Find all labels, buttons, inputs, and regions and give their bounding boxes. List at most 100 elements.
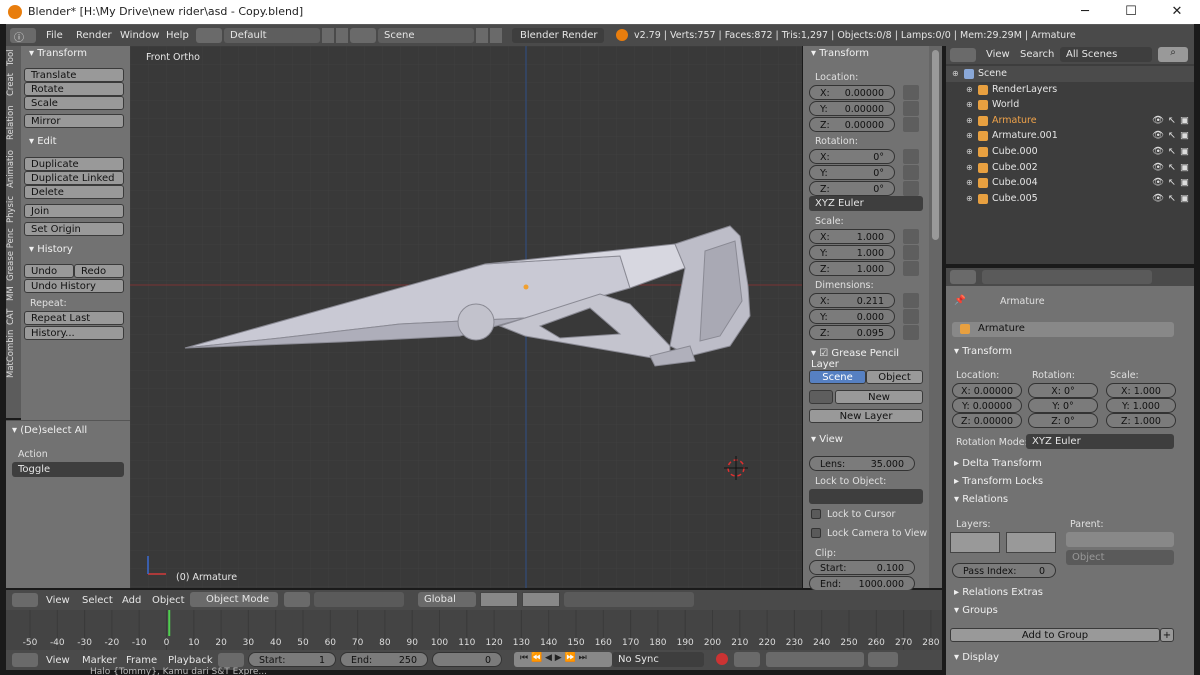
dimensions-field-0[interactable]: X: 0.211 — [809, 293, 895, 308]
history-panel-title[interactable]: ▾ History — [29, 244, 73, 255]
outliner-view-menu[interactable]: View — [986, 49, 1010, 60]
lens-field[interactable]: Lens: 35.000 — [809, 456, 915, 471]
gp-new-layer-button[interactable]: New Layer — [809, 409, 923, 423]
edit-panel-title[interactable]: ▾ Edit — [29, 136, 57, 147]
scale-field-1[interactable]: Y: 1.000 — [809, 245, 895, 260]
render-camera-icon[interactable]: ▣ — [1180, 144, 1189, 160]
tl-playback-menu[interactable]: Playback — [168, 655, 213, 666]
dimensions-field-2[interactable]: Z: 0.095 — [809, 325, 895, 340]
pass-index-field[interactable]: Pass Index: 0 — [952, 563, 1056, 578]
location-field-2[interactable]: Z: 0.00000 — [809, 117, 895, 132]
history-button[interactable]: History... — [24, 326, 124, 340]
editor-type-icon[interactable]: ⓘ — [10, 28, 36, 44]
preview-range-icon[interactable] — [218, 653, 244, 667]
scale-button[interactable]: Scale — [24, 96, 124, 110]
scale-field-0[interactable]: X: 1.000 — [809, 229, 895, 244]
gp-new-button[interactable]: New — [835, 390, 923, 404]
tool-tab-2[interactable]: Relation — [6, 100, 21, 146]
duplicate-button[interactable]: Duplicate — [24, 157, 124, 171]
rotation-field-1[interactable]: Y: 0° — [809, 165, 895, 180]
layer-buttons-a[interactable] — [480, 592, 518, 607]
layer-buttons-b[interactable] — [522, 592, 560, 607]
vp-view-menu[interactable]: View — [46, 595, 70, 606]
n-transform-title[interactable]: ▾ Transform — [811, 48, 869, 59]
groups-panel[interactable]: ▾ Groups — [954, 605, 998, 616]
expand-icon[interactable]: ⊕ — [966, 97, 973, 113]
outliner-row[interactable]: ⊕ RenderLayers — [946, 82, 1194, 98]
rotation-mode-select[interactable]: XYZ Euler — [809, 196, 923, 211]
object-mode-select[interactable]: Object Mode — [190, 592, 278, 607]
props-scl-field-1[interactable]: Y: 1.000 — [1106, 398, 1176, 413]
gp-object-toggle[interactable]: Object — [866, 370, 923, 384]
delta-transform-panel[interactable]: ▸ Delta Transform — [954, 458, 1042, 469]
outliner-editor-icon[interactable] — [950, 48, 976, 62]
dimensions-field-1[interactable]: Y: 0.000 — [809, 309, 895, 324]
outliner-filter-select[interactable]: All Scenes — [1060, 47, 1152, 62]
set-origin-dropdown[interactable]: Set Origin — [24, 222, 124, 236]
parent-type-select[interactable]: Object — [1066, 550, 1174, 565]
scene-icon[interactable] — [350, 28, 376, 43]
rotation-lock-icon[interactable] — [903, 181, 919, 196]
view-panel-title[interactable]: ▾ View — [811, 434, 843, 445]
start-frame-field[interactable]: Start: 1 — [248, 652, 336, 667]
lock-object-field[interactable] — [809, 489, 923, 504]
vp-select-menu[interactable]: Select — [82, 595, 113, 606]
render-camera-icon[interactable]: ▣ — [1180, 160, 1189, 176]
outliner-row[interactable]: ⊕ Cube.002 👁 ↖ ▣ — [946, 160, 1194, 176]
shading-mode-icon[interactable] — [284, 592, 310, 607]
props-loc-field-1[interactable]: Y: 0.00000 — [952, 398, 1022, 413]
scale-lock-icon[interactable] — [903, 261, 919, 276]
close-button[interactable]: ✕ — [1154, 0, 1200, 24]
tl-frame-menu[interactable]: Frame — [126, 655, 157, 666]
rotate-button[interactable]: Rotate — [24, 82, 124, 96]
gp-pencil-icon[interactable] — [809, 390, 833, 404]
tool-tab-3[interactable]: Animatio — [6, 147, 21, 191]
props-rot-field-1[interactable]: Y: 0° — [1028, 398, 1098, 413]
tl-view-menu[interactable]: View — [46, 655, 70, 666]
render-camera-icon[interactable]: ▣ — [1180, 128, 1189, 144]
relations-extras-panel[interactable]: ▸ Relations Extras — [954, 587, 1043, 598]
transform-panel-title[interactable]: ▾ Transform — [29, 48, 87, 59]
timeline-area[interactable]: -50 -40 -30 -20 -10 0 10 20 30 40 50 60 70 80 90 100 110… — [6, 610, 942, 650]
translate-button[interactable]: Translate — [24, 68, 124, 82]
keying-icon[interactable] — [734, 652, 760, 667]
timeline-editor-icon[interactable] — [12, 653, 38, 667]
undo-button[interactable]: Undo — [24, 264, 74, 278]
viewport-editor-icon[interactable] — [12, 593, 38, 607]
location-field-1[interactable]: Y: 0.00000 — [809, 101, 895, 116]
vp-object-menu[interactable]: Object — [152, 595, 185, 606]
clip-start-field[interactable]: Start: 0.100 — [809, 560, 915, 575]
minimize-button[interactable]: ─ — [1062, 0, 1108, 24]
layers-grid-b[interactable] — [1006, 532, 1056, 553]
render-camera-icon[interactable]: ▣ — [1180, 175, 1189, 191]
snap-render-icons[interactable] — [564, 592, 694, 607]
expand-icon[interactable]: ⊕ — [952, 66, 959, 82]
rotation-field-0[interactable]: X: 0° — [809, 149, 895, 164]
duplicate-linked-button[interactable]: Duplicate Linked — [24, 171, 124, 185]
visibility-eye-icon[interactable]: 👁 — [1152, 191, 1164, 207]
selectable-arrow-icon[interactable]: ↖ — [1168, 160, 1176, 176]
n-panel-scrollbar[interactable] — [929, 46, 942, 588]
sync-select[interactable]: No Sync — [612, 652, 704, 667]
gp-scene-toggle[interactable]: Scene — [809, 370, 866, 384]
visibility-eye-icon[interactable]: 👁 — [1152, 128, 1164, 144]
repeat-last-button[interactable]: Repeat Last — [24, 311, 124, 325]
add-scene-icon[interactable] — [476, 28, 488, 43]
selectable-arrow-icon[interactable]: ↖ — [1168, 128, 1176, 144]
undo-history-button[interactable]: Undo History — [24, 279, 124, 293]
record-icon[interactable] — [716, 653, 728, 665]
tool-tab-7[interactable]: CAT — [6, 305, 21, 329]
pin-icon[interactable]: 📌 — [954, 295, 966, 306]
lock-cursor-checkbox[interactable] — [811, 509, 821, 519]
location-lock-icon[interactable] — [903, 85, 919, 100]
visibility-eye-icon[interactable]: 👁 — [1152, 160, 1164, 176]
current-frame-field[interactable]: 0 — [432, 652, 502, 667]
action-select[interactable]: Toggle — [12, 462, 124, 477]
props-loc-field-0[interactable]: X: 0.00000 — [952, 383, 1022, 398]
tl-marker-menu[interactable]: Marker — [82, 655, 117, 666]
3d-viewport[interactable]: Front Ortho (0) Armature — [130, 46, 802, 588]
outliner-row[interactable]: ⊕ Cube.005 👁 ↖ ▣ — [946, 191, 1194, 207]
properties-editor-icon[interactable] — [950, 270, 976, 284]
selectable-arrow-icon[interactable]: ↖ — [1168, 144, 1176, 160]
tool-tab-4[interactable]: Physic — [6, 192, 21, 226]
